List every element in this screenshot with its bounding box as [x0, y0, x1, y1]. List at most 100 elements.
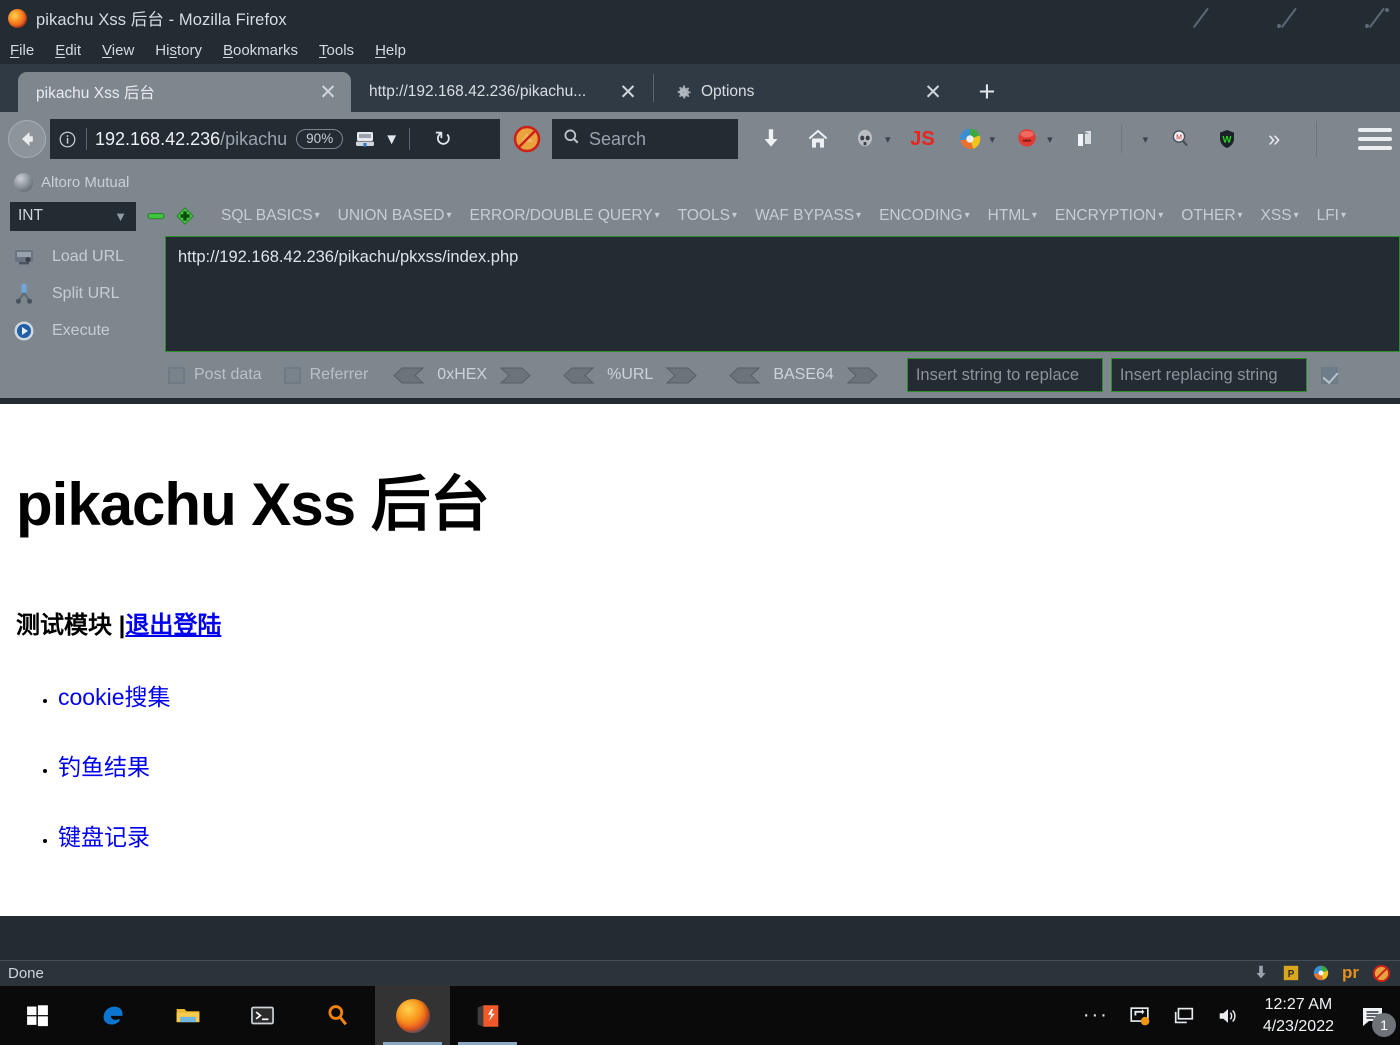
post-data-checkbox[interactable] [168, 366, 185, 384]
minimize-button[interactable] [1188, 5, 1214, 31]
home-icon[interactable] [803, 124, 833, 154]
info-icon[interactable] [56, 128, 78, 150]
hackbar-red-icon[interactable] [1012, 124, 1042, 154]
firebug-status-icon[interactable] [1312, 964, 1332, 984]
download-arrow-icon[interactable] [1252, 964, 1272, 984]
wot-shield-icon[interactable]: W [1212, 124, 1242, 154]
network-icon[interactable] [1171, 1003, 1197, 1029]
firebug-icon[interactable] [955, 124, 985, 154]
search-input[interactable]: Search [589, 129, 646, 150]
logout-link[interactable]: 退出登陆 [125, 612, 221, 639]
noscript-disabled-icon[interactable] [512, 124, 542, 154]
volume-icon[interactable] [1215, 1003, 1241, 1029]
execute-button[interactable]: Execute [0, 312, 165, 349]
menu-edit[interactable]: Edit [55, 42, 81, 59]
firefox-button[interactable] [375, 986, 450, 1045]
chevron-down-icon[interactable]: ▾ [1143, 133, 1149, 146]
url-encode-button[interactable] [666, 367, 700, 384]
menu-history[interactable]: History [155, 42, 202, 59]
hackbar-menu-encoding[interactable]: ENCODING ▾ [870, 207, 979, 225]
hackbar-menu-other[interactable]: OTHER ▾ [1172, 207, 1251, 225]
load-url-button[interactable]: Load URL [0, 238, 165, 275]
tab-close-icon[interactable]: ✕ [315, 79, 341, 105]
menu-bookmarks[interactable]: Bookmarks [223, 42, 298, 59]
search-bar[interactable]: Search [552, 119, 738, 159]
menu-help[interactable]: Help [375, 42, 406, 59]
replace-to-input[interactable]: Insert replacing string [1110, 358, 1307, 392]
bookmark-altoro-mutual[interactable]: Altoro Mutual [41, 174, 129, 191]
url-bar[interactable]: 192.168.42.236 /pikachu 90% ▼ ↻ [50, 119, 500, 159]
start-button[interactable] [0, 986, 75, 1045]
tab-options[interactable]: Options ✕ [656, 72, 956, 112]
tab-pikachu-url[interactable]: http://192.168.42.236/pikachu... ✕ [351, 72, 651, 112]
hackbar-type-select[interactable]: INT ▼ [10, 201, 136, 231]
hackbar-skull-icon[interactable] [850, 124, 880, 154]
menu-bar: File Edit View History Bookmarks Tools H… [0, 36, 1400, 64]
hackbar-menu-error-double-query[interactable]: ERROR/DOUBLE QUERY ▾ [460, 207, 668, 225]
referrer-checkbox[interactable] [283, 366, 301, 384]
split-url-button[interactable]: Split URL [0, 275, 165, 312]
tray-overflow-button[interactable]: ··· [1083, 1004, 1109, 1027]
reader-mode-icon[interactable] [353, 127, 377, 151]
hackbar-menu-sql-basics[interactable]: SQL BASICS ▾ [212, 207, 329, 225]
plus-button[interactable] [176, 207, 194, 225]
link-phishing-result[interactable]: 钓鱼结果 [58, 754, 150, 780]
notification-center-button[interactable]: 1 [1356, 999, 1396, 1037]
menu-file-rest: ile [19, 41, 35, 59]
hex-decode-button[interactable] [390, 367, 425, 384]
minus-button[interactable] [147, 207, 165, 225]
firefox-icon [395, 998, 430, 1033]
hackbar-menu-html[interactable]: HTML ▾ [979, 207, 1046, 225]
hackbar-url-textarea[interactable]: http://192.168.42.236/pikachu/pkxss/inde… [165, 236, 1400, 352]
noscript-status-icon[interactable] [1372, 964, 1392, 984]
zoom-level-badge[interactable]: 90% [296, 129, 344, 149]
hackbar-menu-union-based[interactable]: UNION BASED ▾ [329, 207, 461, 225]
menu-file[interactable]: File [10, 42, 34, 59]
hackbar-menu-tools[interactable]: TOOLS ▾ [669, 207, 746, 225]
overflow-chevrons-icon[interactable]: » [1259, 124, 1289, 154]
file-explorer-button[interactable] [150, 986, 225, 1045]
hackbar-menu-xss[interactable]: XSS ▾ [1252, 207, 1308, 225]
tab-close-icon[interactable]: ✕ [615, 79, 641, 105]
replace-enable-checkbox[interactable] [1320, 366, 1338, 384]
new-tab-button[interactable]: + [970, 75, 1004, 109]
replace-from-input[interactable]: Insert string to replace [906, 358, 1103, 392]
burp-suite-button[interactable] [450, 986, 525, 1045]
hex-label: 0xHEX [437, 366, 488, 383]
terminal-button[interactable] [225, 986, 300, 1045]
maximize-button[interactable] [1276, 5, 1302, 31]
back-button[interactable] [8, 120, 46, 158]
reload-icon[interactable]: ↻ [430, 127, 456, 152]
chevron-down-icon[interactable]: ▾ [990, 133, 996, 146]
chevron-down-icon[interactable]: ▾ [885, 133, 891, 146]
chevron-down-icon[interactable]: ▾ [1047, 133, 1053, 146]
hackbar-menu-lfi[interactable]: LFI ▾ [1308, 207, 1355, 225]
base64-decode-button[interactable] [726, 367, 761, 384]
menu-tools[interactable]: Tools [319, 42, 354, 59]
gear-icon [674, 83, 693, 102]
downloads-icon[interactable] [756, 124, 786, 154]
hackbar-menu-waf-bypass[interactable]: WAF BYPASS ▾ [746, 207, 870, 225]
link-keylogger-record[interactable]: 键盘记录 [58, 824, 150, 850]
url-decode-button[interactable] [560, 367, 595, 384]
menu-view[interactable]: View [102, 42, 134, 59]
clock[interactable]: 12:27 AM 4/23/2022 [1263, 994, 1334, 1036]
tab-close-icon[interactable]: ✕ [920, 79, 946, 105]
cookie-manager-icon[interactable] [1070, 124, 1100, 154]
search-button[interactable] [300, 986, 375, 1045]
edge-button[interactable] [75, 986, 150, 1045]
onedrive-sync-icon[interactable] [1127, 1003, 1153, 1029]
close-button[interactable] [1364, 5, 1390, 31]
base64-encode-button[interactable] [846, 367, 881, 384]
hex-encode-button[interactable] [499, 367, 534, 384]
post-data-label: Post data [194, 366, 262, 383]
javascript-toggle-icon[interactable]: JS [908, 124, 938, 154]
link-cookie-collect[interactable]: cookie搜集 [58, 684, 170, 710]
pdf-p-icon[interactable]: P [1282, 964, 1302, 984]
firefox-menu-button[interactable] [1358, 122, 1392, 156]
tab-pikachu-xss[interactable]: pikachu Xss 后台 ✕ [18, 72, 351, 112]
wappalyzer-icon[interactable]: M [1165, 124, 1195, 154]
chevron-down-icon[interactable]: ▼ [384, 131, 399, 148]
hackbar-menu-encryption[interactable]: ENCRYPTION ▾ [1046, 207, 1172, 225]
privacy-pr-icon[interactable]: pr [1342, 963, 1362, 984]
